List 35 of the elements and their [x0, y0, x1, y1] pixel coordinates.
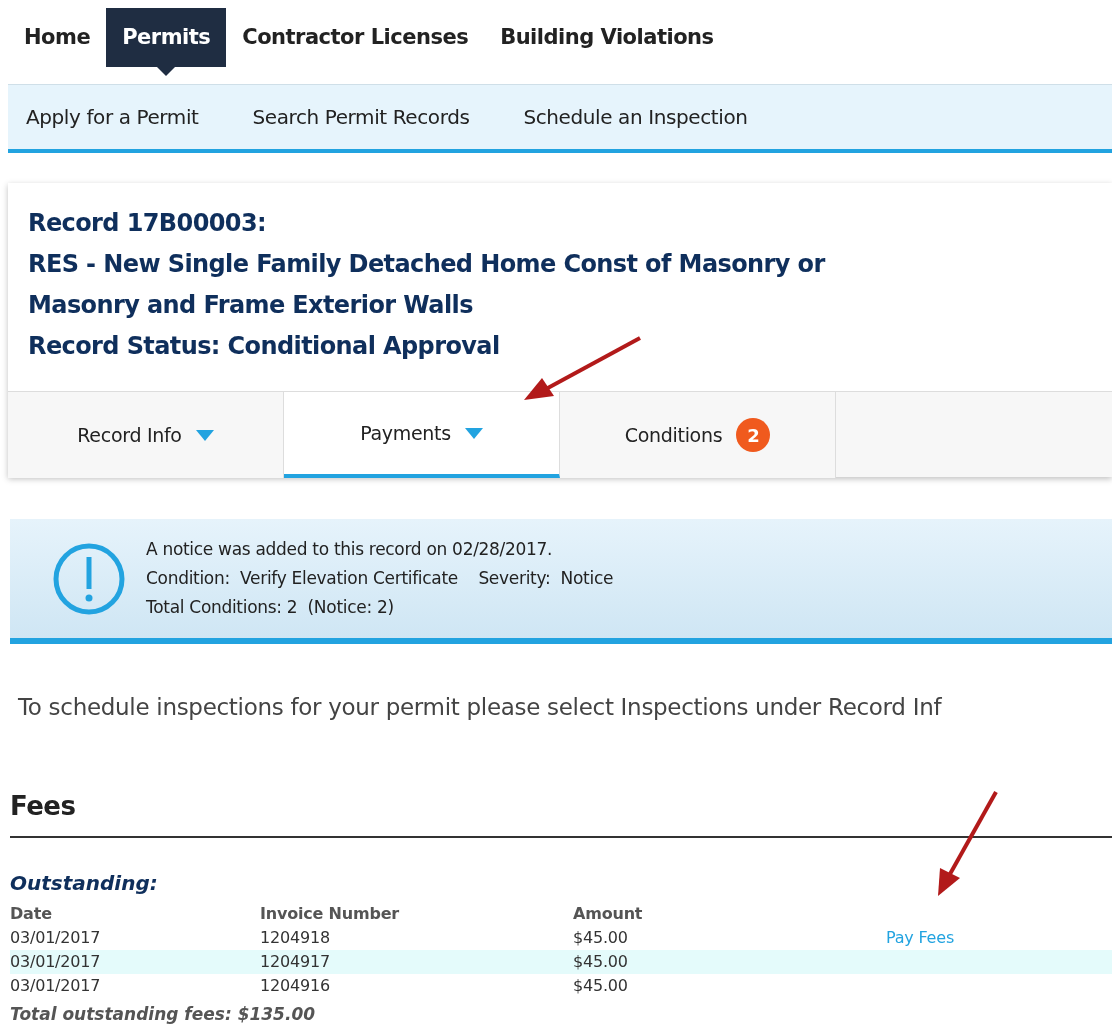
section-heading: Fees — [10, 786, 1112, 838]
subsection-heading: Outstanding: — [10, 869, 159, 897]
table-cell: 1204918 — [260, 925, 573, 950]
nav-tab[interactable]: Home — [8, 8, 107, 67]
table-cell: 03/01/2017 — [10, 925, 260, 950]
nav-tab[interactable]: Contractor Licenses — [226, 8, 485, 67]
sub-nav-link[interactable]: Search Permit Records — [242, 102, 480, 132]
notice-text: Condition: Verify Elevation Certificate Severity: Notice — [146, 567, 614, 590]
record-title: RES - New Single Family Detached Home Const of Masonry or — [28, 249, 827, 280]
table-cell: $45.00 — [573, 973, 886, 998]
sub-nav-link[interactable]: Schedule an Inspection — [513, 102, 758, 132]
table-cell: $45.00 — [573, 925, 886, 950]
total-text: Total outstanding fees: $135.00 — [10, 1002, 317, 1026]
column-header: Date — [10, 902, 53, 925]
column-header: Invoice Number — [260, 901, 573, 926]
pointer-icon — [157, 67, 176, 76]
nav-tab[interactable]: Building Violations — [484, 8, 730, 67]
record-title: Record 17B00003: — [28, 208, 268, 239]
table-cell: 03/01/2017 — [10, 949, 260, 974]
count-badge: 2 — [736, 418, 771, 452]
notice-text: A notice was added to this record on 02/28/2017. — [146, 538, 554, 561]
alert-icon — [52, 541, 126, 616]
table-cell: 1204917 — [260, 949, 573, 974]
table-cell: $45.00 — [573, 949, 886, 974]
record-title: Masonry and Frame Exterior Walls — [28, 290, 474, 321]
instruction-text: To schedule inspections for your permit please select Inspections under Record Inf — [18, 693, 943, 722]
record-tab[interactable]: Conditions 2 — [560, 392, 836, 478]
table-cell: 1204916 — [260, 973, 573, 998]
record-tab[interactable]: Record Info — [8, 392, 284, 478]
table-cell: 03/01/2017 — [10, 973, 260, 998]
record-title: Record Status: Conditional Approval — [28, 331, 501, 362]
record-tab[interactable]: Payments — [284, 392, 560, 478]
column-header: Amount — [573, 902, 644, 925]
notice-text: Total Conditions: 2 (Notice: 2) — [146, 596, 395, 619]
sub-nav-link[interactable]: Apply for a Permit — [16, 102, 209, 132]
